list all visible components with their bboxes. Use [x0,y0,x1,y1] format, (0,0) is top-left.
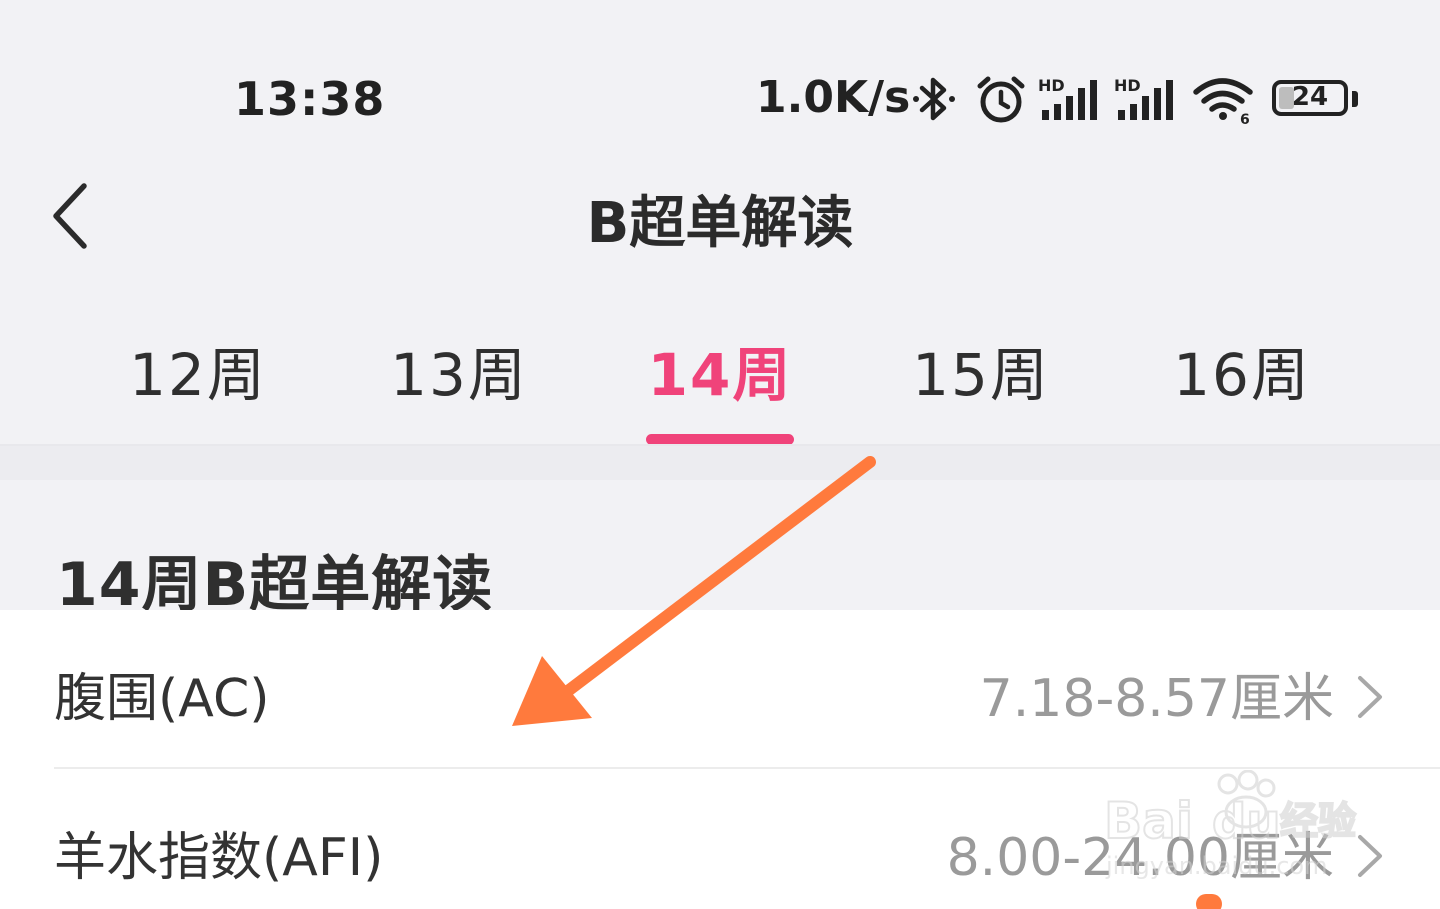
status-time: 13:38 [234,72,386,126]
hd-signal-icon: HD [1114,76,1173,120]
battery-cap [1352,91,1358,107]
list-item-value: 7.18-8.57厘米 [979,669,1334,729]
svg-text:HD: HD [1114,76,1141,95]
bluetooth-icon [913,77,955,121]
chevron-right-icon [1358,835,1382,877]
wifi-icon: 6 [1193,78,1253,126]
hd-signal-icon: HD [1038,76,1097,120]
chevron-right-icon [1358,676,1382,718]
network-speed: 1.0K/s [756,72,911,123]
tab-week-15[interactable]: 15周 [851,328,1111,412]
svg-text:6: 6 [1240,112,1250,126]
section-gap [0,446,1440,480]
tab-week-12[interactable]: 12周 [68,328,328,412]
page-title: B超单解读 [586,191,854,256]
tab-week-13[interactable]: 13周 [329,328,589,412]
week-tabs: 12周 13周 14周 15周 16周 [0,300,1440,445]
app-screen: 13:38 1.0K/s HD HD 6 24 B超单解读 12周 13周 14… [0,0,1440,909]
battery-icon: 24 [1272,80,1348,116]
battery-level: 24 [1291,82,1329,112]
list-item-value: 8.00-24.00厘米 [946,828,1334,888]
tab-week-14[interactable]: 14周 [590,328,850,412]
list-item-label: 腹围(AC) [54,669,270,729]
measurement-list: 腹围(AC) 7.18-8.57厘米 羊水指数(AFI) 8.00-24.00厘… [0,610,1440,909]
list-item-afi[interactable]: 羊水指数(AFI) 8.00-24.00厘米 [0,769,1440,909]
svg-text:HD: HD [1038,76,1065,95]
list-item-ac[interactable]: 腹围(AC) 7.18-8.57厘米 [0,610,1440,768]
status-bar: 13:38 1.0K/s HD HD 6 24 [0,0,1440,160]
list-item-label: 羊水指数(AFI) [54,828,384,888]
alarm-icon [977,76,1025,123]
tab-week-16[interactable]: 16周 [1112,328,1372,412]
